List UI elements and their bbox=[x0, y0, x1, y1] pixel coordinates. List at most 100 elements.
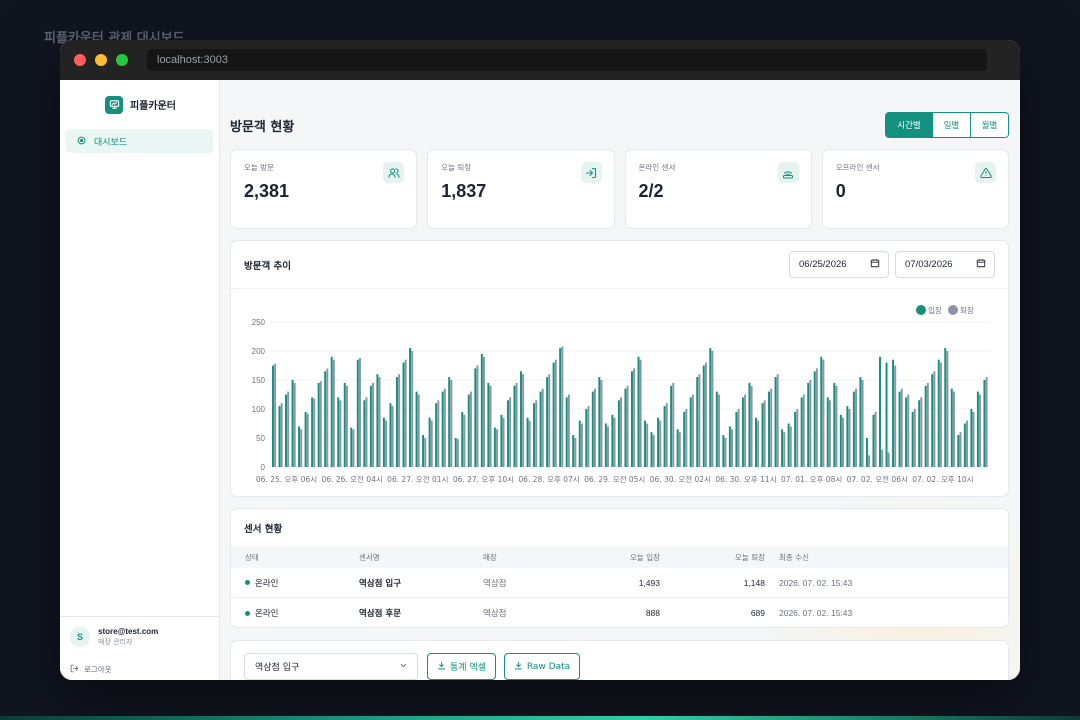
bar-in bbox=[644, 420, 646, 467]
download-panel: 역삼점 입구 통계 엑셀 Raw Data bbox=[230, 640, 1009, 680]
sidebar-item-dashboard[interactable]: 대시보드 bbox=[66, 129, 213, 153]
end-date-input[interactable]: 07/03/2026 bbox=[895, 251, 995, 278]
bar-out bbox=[463, 414, 466, 467]
bar-out bbox=[306, 413, 309, 467]
users-icon bbox=[383, 162, 405, 183]
logout-button[interactable]: 로그아웃 bbox=[70, 660, 219, 678]
sensor-select-value: 역삼점 입구 bbox=[255, 663, 300, 673]
table-row[interactable]: 온라인 역삼점 입구 역삼점 1,493 1,148 2026. 07. 02.… bbox=[231, 568, 1008, 598]
bar-out bbox=[802, 394, 805, 467]
bar-out bbox=[939, 362, 942, 467]
bar-out bbox=[946, 351, 949, 467]
sensor-last-received: 2026. 07. 02. 15:43 bbox=[779, 577, 853, 588]
bar-out bbox=[770, 388, 773, 467]
main-header: 방문객 현황 시간별 일별 월별 bbox=[230, 112, 1009, 138]
bar-out bbox=[665, 403, 668, 467]
start-date-value: 06/25/2026 bbox=[799, 259, 847, 270]
bar-in bbox=[591, 391, 594, 467]
bar-in bbox=[944, 348, 947, 467]
trend-title: 방문객 추이 bbox=[244, 260, 292, 272]
bar-in bbox=[774, 377, 777, 467]
bar-out bbox=[352, 429, 355, 467]
bar-out bbox=[985, 377, 988, 467]
bar-out bbox=[861, 380, 864, 467]
bar-out bbox=[789, 426, 792, 467]
bar-out bbox=[391, 406, 394, 467]
bar-in bbox=[330, 356, 333, 467]
bar-out bbox=[691, 394, 694, 467]
bar-out bbox=[966, 420, 968, 467]
x-tick-label: 07. 02. 오전 06시 bbox=[847, 474, 908, 484]
stat-cards: 오늘 방문 2,381 오늘 퇴장 1,837 온라인 센서 2/2 오프라인 … bbox=[230, 149, 1009, 229]
bar-out bbox=[580, 423, 583, 467]
stat-value: 1,837 bbox=[441, 181, 487, 201]
bar-out bbox=[528, 420, 531, 467]
bar-in bbox=[304, 411, 307, 467]
bar-in bbox=[343, 382, 346, 467]
bar-out bbox=[319, 381, 322, 467]
bar-out bbox=[659, 420, 662, 467]
bar-out bbox=[783, 432, 786, 467]
sidebar-footer: S store@test.com 매장 관리자 로그아웃 bbox=[60, 616, 219, 680]
bar-out bbox=[613, 417, 616, 467]
bar-in bbox=[363, 400, 366, 467]
bar-in bbox=[865, 438, 868, 467]
bar-in bbox=[670, 385, 673, 467]
avatar: S bbox=[70, 627, 90, 647]
tab-daily[interactable]: 일별 bbox=[932, 113, 970, 137]
start-date-input[interactable]: 06/25/2026 bbox=[789, 251, 889, 278]
browser-window: localhost:3003 피플카운터 대시보드 S store@test.c… bbox=[60, 40, 1020, 680]
stat-card-online-sensors: 온라인 센서 2/2 bbox=[624, 149, 812, 229]
maximize-window-button[interactable] bbox=[116, 54, 128, 66]
bar-out bbox=[411, 351, 414, 467]
y-tick-label: 150 bbox=[252, 376, 266, 385]
download-stats-excel-button[interactable]: 통계 엑셀 bbox=[427, 653, 496, 680]
tab-hourly[interactable]: 시간별 bbox=[886, 113, 932, 137]
address-bar[interactable]: localhost:3003 bbox=[147, 49, 987, 71]
bar-in bbox=[663, 406, 666, 467]
page-title: 방문객 현황 bbox=[230, 119, 295, 135]
bar-in bbox=[585, 409, 588, 467]
minimize-window-button[interactable] bbox=[95, 54, 107, 66]
bar-in bbox=[970, 409, 973, 467]
bar-in bbox=[637, 356, 640, 467]
stat-card-today-visits: 오늘 방문 2,381 bbox=[230, 149, 418, 229]
bar-in bbox=[500, 414, 503, 467]
bar-in bbox=[839, 414, 842, 467]
download-stats-excel-label: 통계 엑셀 bbox=[450, 663, 486, 673]
bar-in bbox=[950, 388, 953, 467]
calendar-icon bbox=[870, 258, 880, 271]
bar-out bbox=[704, 362, 707, 467]
status-badge: 온라인 bbox=[245, 568, 278, 597]
bar-out bbox=[404, 359, 407, 467]
bar-out bbox=[842, 417, 844, 467]
close-window-button[interactable] bbox=[74, 54, 86, 66]
visitor-trend-panel: 방문객 추이 06/25/2026 07/03/2026 0 50 100 15… bbox=[230, 240, 1009, 497]
bar-out bbox=[287, 391, 290, 467]
table-row[interactable]: 온라인 역삼점 후문 역삼점 888 689 2026. 07. 02. 15:… bbox=[231, 598, 1008, 628]
bar-in bbox=[441, 391, 444, 467]
bar-out bbox=[424, 438, 427, 467]
logout-label: 로그아웃 bbox=[84, 664, 112, 674]
browser-titlebar: localhost:3003 bbox=[60, 40, 1020, 80]
bar-in bbox=[924, 385, 927, 467]
bar-out bbox=[372, 382, 375, 467]
bar-in bbox=[493, 427, 496, 467]
bar-in bbox=[898, 391, 901, 467]
download-raw-data-button[interactable]: Raw Data bbox=[504, 653, 580, 680]
bar-out bbox=[952, 391, 955, 467]
bar-in bbox=[480, 353, 483, 467]
x-tick-label: 07. 01. 오후 08시 bbox=[781, 475, 842, 484]
bar-out bbox=[887, 452, 890, 467]
sensor-select[interactable]: 역삼점 입구 bbox=[244, 653, 418, 680]
bar-in bbox=[624, 388, 627, 467]
x-tick-label: 06. 27. 오전 01시 bbox=[387, 474, 448, 484]
bar-in bbox=[337, 397, 340, 467]
sensor-today-in: 1,493 bbox=[638, 577, 660, 588]
user-profile: S store@test.com 매장 관리자 bbox=[70, 627, 219, 647]
bar-out bbox=[926, 382, 929, 467]
column-last-received: 최종 수신 bbox=[779, 552, 809, 562]
tab-monthly[interactable]: 월별 bbox=[970, 113, 1008, 137]
bar-in bbox=[402, 362, 405, 467]
bar-out bbox=[430, 420, 433, 467]
